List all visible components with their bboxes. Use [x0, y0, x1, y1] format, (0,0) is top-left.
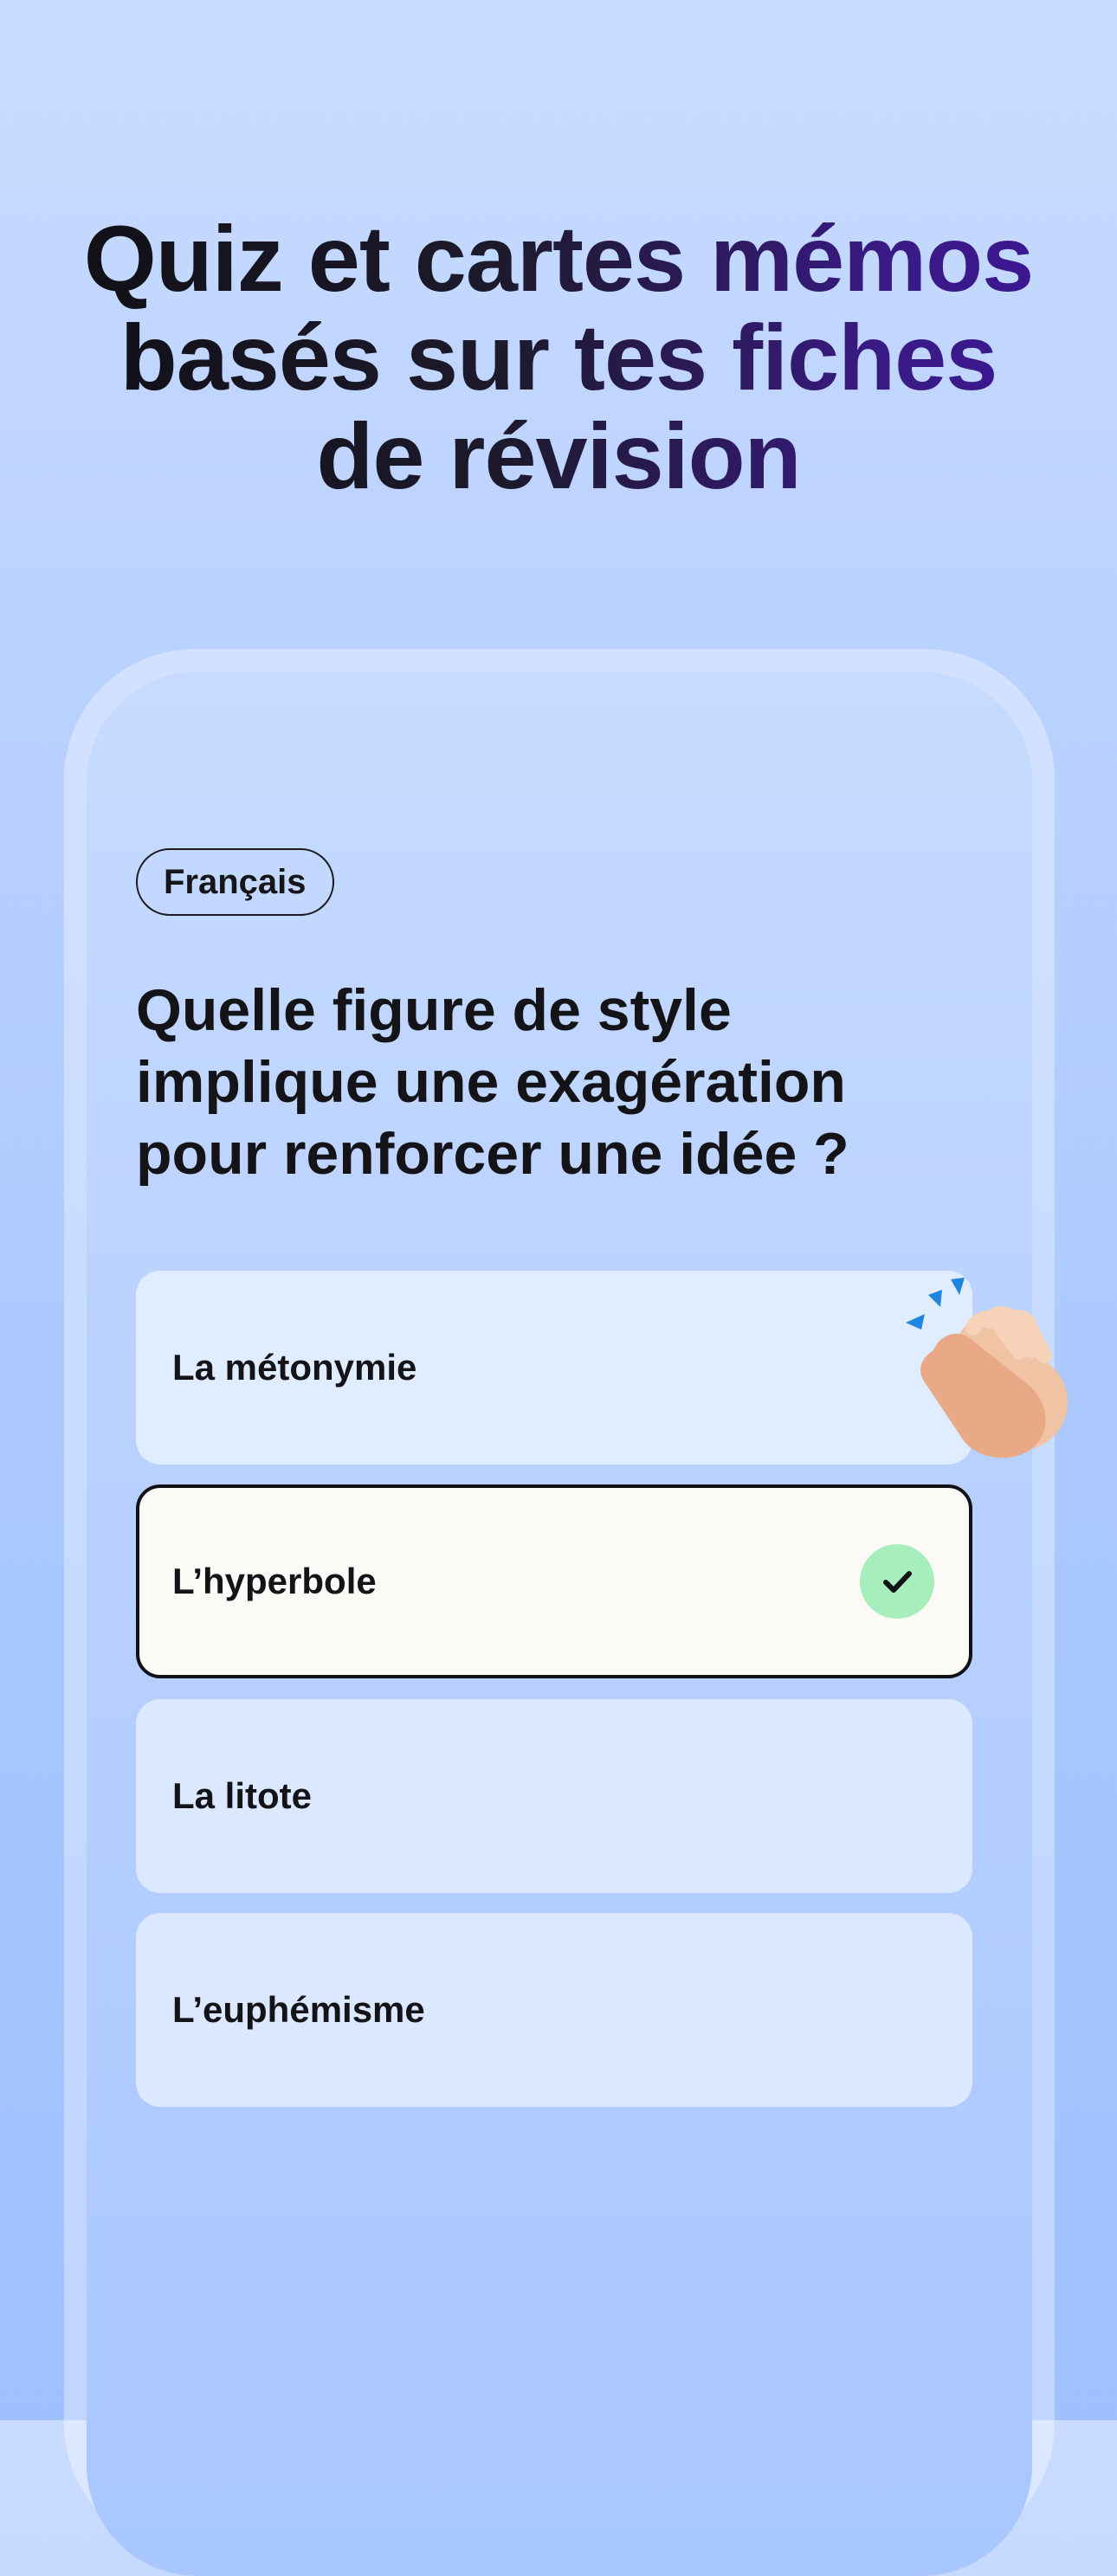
quiz-question: Quelle figure de style implique une exag…	[136, 977, 849, 1187]
answer-option-2-selected[interactable]: L’hyperbole	[136, 1484, 972, 1678]
answer-label: L’hyperbole	[172, 1561, 377, 1601]
answer-option-1[interactable]: La métonymie	[136, 1271, 972, 1465]
headline: Quiz et cartes mémos basés sur tes fiche…	[0, 209, 1117, 506]
answer-label: La métonymie	[172, 1347, 417, 1388]
answer-option-4[interactable]: L’euphémisme	[136, 1913, 972, 2107]
answer-label: La litote	[172, 1775, 313, 1816]
headline-line-1: Quiz et cartes mémos	[83, 206, 1034, 312]
clapping-hands-icon	[899, 1272, 1089, 1463]
answer-label: L’euphémisme	[172, 1989, 425, 2030]
check-icon	[860, 1544, 934, 1619]
subject-chip: Français	[136, 848, 334, 916]
headline-line-2: basés sur tes fiches	[119, 305, 998, 410]
headline-line-3: de révision	[316, 403, 801, 509]
answer-option-3[interactable]: La litote	[136, 1699, 972, 1893]
